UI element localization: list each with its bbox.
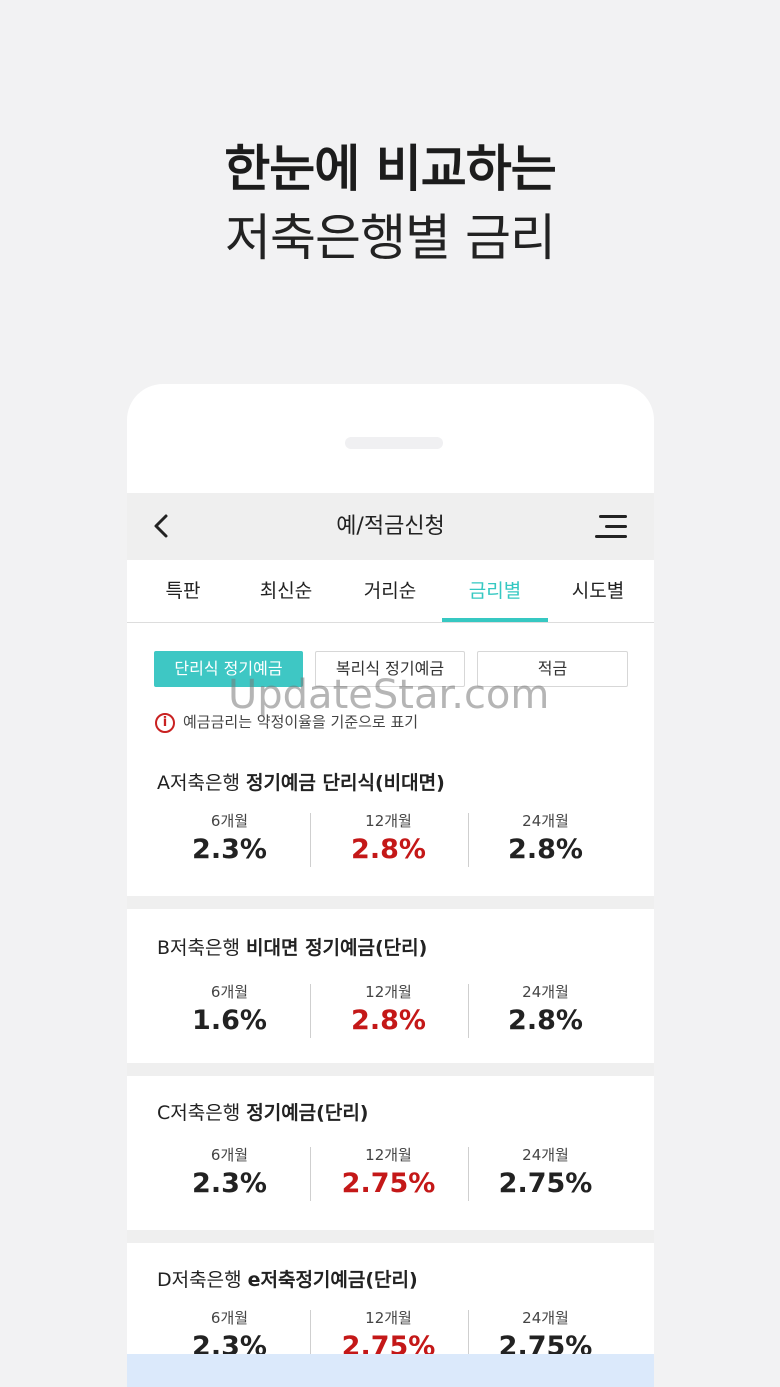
tab-rate[interactable]: 금리별	[442, 560, 548, 622]
term-label: 6개월	[210, 983, 249, 1001]
card-separator	[127, 1063, 654, 1076]
rate-12m: 12개월 2.75%	[310, 1144, 467, 1202]
rate-value-highlight: 2.8%	[351, 834, 426, 865]
rate-24m: 24개월 2.8%	[467, 810, 624, 868]
rate-value: 2.3%	[192, 1168, 267, 1199]
bank-name: C저축은행	[157, 1102, 241, 1124]
product-title: A저축은행 정기예금 단리식(비대면)	[157, 768, 445, 795]
rate-12m: 12개월 2.8%	[310, 981, 467, 1039]
page-title: 예/적금신청	[336, 514, 445, 539]
rate-value: 2.8%	[508, 1005, 583, 1036]
tab-latest[interactable]: 최신순	[233, 560, 339, 622]
phone-frame: 예/적금신청 특판 최신순 거리순 금리별 시도별 단리식 정기예금 복리식 정…	[127, 384, 654, 1387]
product-title: C저축은행 정기예금(단리)	[157, 1098, 368, 1125]
product-card[interactable]: C저축은행 정기예금(단리) 6개월 2.3% 12개월 2.75% 24개월 …	[127, 1076, 654, 1230]
term-label: 24개월	[522, 983, 569, 1001]
rate-24m: 24개월 2.8%	[467, 981, 624, 1039]
product-card[interactable]: A저축은행 정기예금 단리식(비대면) 6개월 2.3% 12개월 2.8% 2…	[127, 754, 654, 896]
product-name: 비대면 정기예금(단리)	[246, 937, 428, 959]
sort-tabs: 특판 최신순 거리순 금리별 시도별	[127, 560, 654, 623]
term-label: 24개월	[522, 812, 569, 830]
watermark: UpdateStar.com	[228, 672, 550, 718]
headline-line-1: 한눈에 비교하는	[224, 140, 556, 198]
rate-6m: 6개월 1.6%	[151, 981, 308, 1039]
rate-value: 2.3%	[192, 834, 267, 865]
term-label: 24개월	[522, 1309, 569, 1327]
tab-distance[interactable]: 거리순	[337, 560, 443, 622]
headline-line-2: 저축은행별 금리	[225, 209, 556, 267]
rate-6m: 6개월 2.3%	[151, 810, 308, 868]
rate-value: 2.75%	[498, 1168, 593, 1199]
term-label: 6개월	[210, 1146, 249, 1164]
tab-special[interactable]: 특판	[130, 560, 236, 622]
phone-speaker	[345, 437, 443, 449]
term-label: 12개월	[365, 812, 412, 830]
product-name: e저축정기예금(단리)	[247, 1269, 418, 1291]
rate-value-highlight: 2.8%	[351, 1005, 426, 1036]
rate-value: 2.8%	[508, 834, 583, 865]
bank-name: A저축은행	[157, 772, 240, 794]
term-label: 12개월	[365, 1146, 412, 1164]
term-label: 12개월	[365, 983, 412, 1001]
product-name: 정기예금 단리식(비대면)	[245, 772, 445, 794]
term-label: 24개월	[522, 1146, 569, 1164]
card-separator	[127, 896, 654, 909]
info-icon: i	[155, 712, 175, 733]
product-title: D저축은행 e저축정기예금(단리)	[157, 1265, 418, 1292]
bank-name: B저축은행	[157, 937, 240, 959]
app-bar: 예/적금신청	[127, 493, 654, 560]
rate-12m: 12개월 2.8%	[310, 810, 467, 868]
term-label: 12개월	[365, 1309, 412, 1327]
rate-24m: 24개월 2.75%	[467, 1144, 624, 1202]
product-card[interactable]: B저축은행 비대면 정기예금(단리) 6개월 1.6% 12개월 2.8% 24…	[127, 909, 654, 1063]
term-label: 6개월	[210, 1309, 249, 1327]
tab-region[interactable]: 시도별	[545, 560, 651, 622]
bank-name: D저축은행	[157, 1269, 242, 1291]
product-name: 정기예금(단리)	[246, 1102, 369, 1124]
rate-value-highlight: 2.75%	[341, 1168, 436, 1199]
term-label: 6개월	[210, 812, 249, 830]
promo-headline: 한눈에 비교하는 저축은행별 금리	[0, 138, 780, 276]
rate-value: 1.6%	[192, 1005, 267, 1036]
bottom-bar	[127, 1354, 654, 1387]
rate-6m: 6개월 2.3%	[151, 1144, 308, 1202]
card-separator	[127, 1230, 654, 1243]
product-title: B저축은행 비대면 정기예금(단리)	[157, 933, 427, 960]
hamburger-menu-icon[interactable]	[595, 514, 627, 540]
active-tab-indicator	[442, 618, 548, 622]
